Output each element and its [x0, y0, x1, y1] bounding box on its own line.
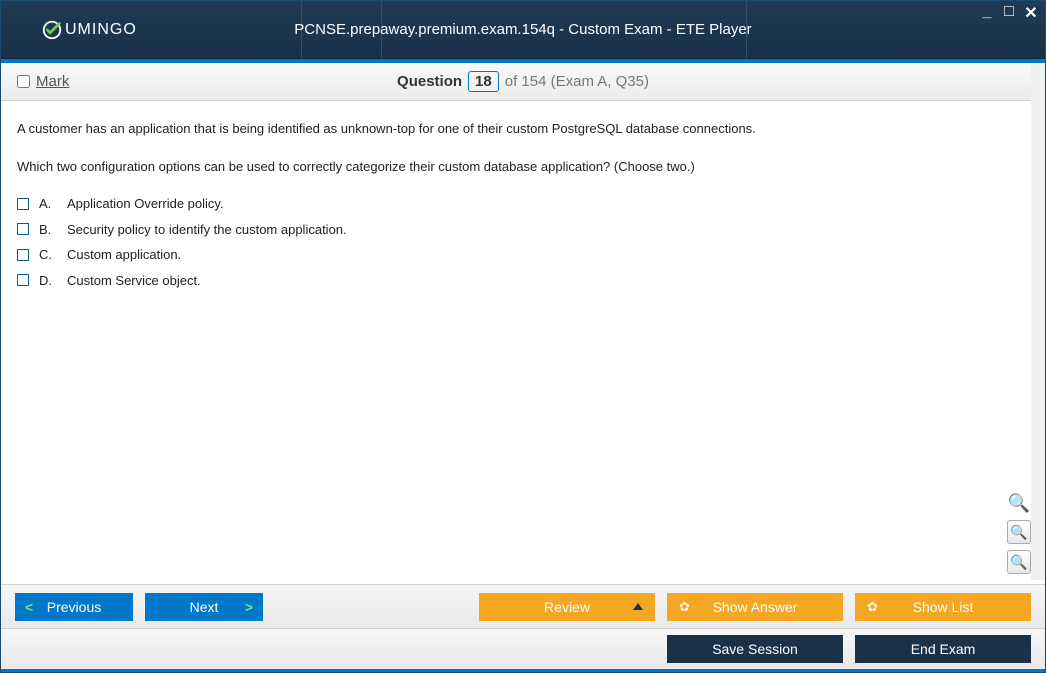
chevron-right-icon: >: [245, 599, 253, 615]
option-letter: A.: [39, 194, 57, 214]
save-session-label: Save Session: [712, 641, 798, 657]
end-exam-label: End Exam: [911, 641, 976, 657]
puzzle-icon: ✿: [679, 599, 690, 615]
option-checkbox[interactable]: [17, 274, 29, 286]
show-answer-label: Show Answer: [713, 599, 798, 615]
show-list-button[interactable]: ✿ Show List: [855, 593, 1031, 621]
option-d[interactable]: D. Custom Service object.: [17, 271, 1029, 291]
next-label: Next: [190, 599, 219, 615]
zoom-in-button[interactable]: 🔍: [1007, 520, 1031, 544]
maximize-button[interactable]: □: [1001, 3, 1017, 23]
option-checkbox[interactable]: [17, 249, 29, 261]
option-letter: B.: [39, 220, 57, 240]
zoom-out-button[interactable]: 🔍: [1007, 550, 1031, 574]
review-label: Review: [544, 599, 590, 615]
question-indicator: Question 18 of 154 (Exam A, Q35): [397, 71, 649, 92]
window-title: PCNSE.prepaway.premium.exam.154q - Custo…: [294, 21, 751, 38]
app-window: UMINGO PCNSE.prepaway.premium.exam.154q …: [0, 0, 1046, 673]
option-checkbox[interactable]: [17, 198, 29, 210]
titlebar: UMINGO PCNSE.prepaway.premium.exam.154q …: [1, 1, 1045, 59]
vertical-scrollbar[interactable]: [1031, 63, 1045, 580]
option-letter: D.: [39, 271, 57, 291]
end-exam-button[interactable]: End Exam: [855, 635, 1031, 663]
option-text: Custom application.: [67, 245, 181, 265]
checkmark-icon: [41, 19, 63, 41]
show-list-label: Show List: [913, 599, 974, 615]
option-letter: C.: [39, 245, 57, 265]
question-stem-2: Which two configuration options can be u…: [17, 157, 1029, 177]
next-button[interactable]: Next >: [145, 593, 263, 621]
option-checkbox[interactable]: [17, 223, 29, 235]
triangle-up-icon: [633, 603, 643, 610]
brand-text: UMINGO: [65, 21, 137, 39]
zoom-tools: 🔍 🔍 🔍: [1007, 492, 1031, 574]
question-number: 18: [468, 71, 499, 92]
question-of-text: of 154 (Exam A, Q35): [505, 73, 649, 90]
search-icon[interactable]: 🔍: [1008, 492, 1030, 514]
option-text: Custom Service object.: [67, 271, 201, 291]
window-controls: _ □ ✕: [979, 3, 1039, 23]
review-button[interactable]: Review: [479, 593, 655, 621]
option-text: Security policy to identify the custom a…: [67, 220, 347, 240]
question-content: A customer has an application that is be…: [1, 101, 1045, 584]
mark-label: Mark: [36, 73, 69, 90]
list-icon: ✿: [867, 599, 878, 615]
close-button[interactable]: ✕: [1023, 3, 1039, 23]
option-a[interactable]: A. Application Override policy.: [17, 194, 1029, 214]
option-c[interactable]: C. Custom application.: [17, 245, 1029, 265]
question-word: Question: [397, 73, 462, 90]
footer-nav: < Previous Next > Review ✿ Show Answer ✿…: [1, 584, 1045, 628]
mark-checkbox[interactable]: [17, 75, 30, 88]
app-logo: UMINGO: [41, 19, 137, 41]
save-session-button[interactable]: Save Session: [667, 635, 843, 663]
option-text: Application Override policy.: [67, 194, 224, 214]
previous-label: Previous: [47, 599, 101, 615]
minimize-button[interactable]: _: [979, 3, 995, 23]
answer-options: A. Application Override policy. B. Secur…: [17, 194, 1029, 290]
question-stem-1: A customer has an application that is be…: [17, 119, 1029, 139]
show-answer-button[interactable]: ✿ Show Answer: [667, 593, 843, 621]
mark-control[interactable]: Mark: [17, 73, 69, 90]
footer-session: Save Session End Exam: [1, 628, 1045, 672]
option-b[interactable]: B. Security policy to identify the custo…: [17, 220, 1029, 240]
question-header: Mark Question 18 of 154 (Exam A, Q35): [1, 63, 1045, 101]
previous-button[interactable]: < Previous: [15, 593, 133, 621]
chevron-left-icon: <: [25, 599, 33, 615]
